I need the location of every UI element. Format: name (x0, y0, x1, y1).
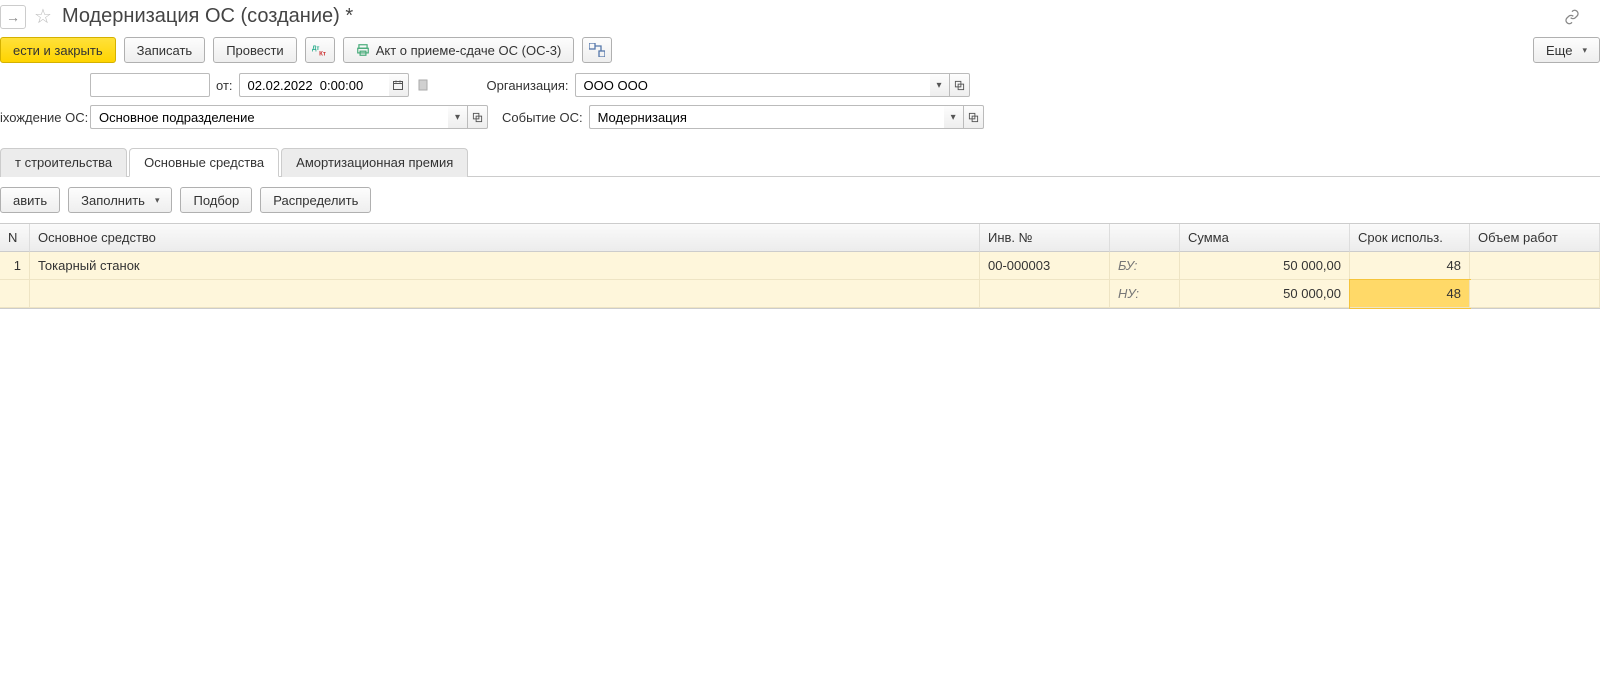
act-os3-button[interactable]: Акт о приеме-сдаче ОС (ОС-3) (343, 37, 575, 63)
fill-button[interactable]: Заполнить ▾ (68, 187, 172, 213)
doc-status-icon (415, 79, 431, 91)
col-type[interactable] (1110, 224, 1180, 252)
number-input[interactable] (90, 73, 210, 97)
chevron-down-icon: ▾ (951, 112, 956, 123)
table-row[interactable]: 1 Токарный станок 00-000003 БУ: 50 000,0… (0, 252, 1600, 280)
post-and-close-button[interactable]: ести и закрыть (0, 37, 116, 63)
col-asset[interactable]: Основное средство (30, 224, 980, 252)
table-row[interactable]: НУ: 50 000,00 48 (0, 280, 1600, 308)
cell-term-nu[interactable]: 48 (1350, 280, 1470, 308)
more-button[interactable]: Еще ▾ (1533, 37, 1600, 63)
cell-inv[interactable]: 00-000003 (980, 252, 1110, 280)
write-button[interactable]: Записать (124, 37, 206, 63)
cell-nu-label: НУ: (1110, 280, 1180, 308)
dropdown-button[interactable]: ▾ (944, 105, 964, 129)
open-icon (472, 112, 483, 123)
event-label: Событие ОС: (502, 110, 583, 125)
calendar-icon (392, 79, 404, 91)
cell-asset-empty (30, 280, 980, 308)
location-select[interactable]: ▾ (90, 105, 488, 129)
location-label: іхождение ОС: (0, 110, 84, 125)
add-button[interactable]: авить (0, 187, 60, 213)
cell-inv-empty (980, 280, 1110, 308)
date-input[interactable] (239, 73, 409, 97)
cell-sum-bu[interactable]: 50 000,00 (1180, 252, 1350, 280)
button-label: Провести (226, 43, 284, 58)
cell-term-bu[interactable]: 48 (1350, 252, 1470, 280)
cell-work-nu[interactable] (1470, 280, 1600, 308)
pick-button[interactable]: Подбор (180, 187, 252, 213)
svg-text:Кт: Кт (319, 50, 326, 57)
col-work[interactable]: Объем работ (1470, 224, 1600, 252)
button-label: Записать (137, 43, 193, 58)
create-based-on-button[interactable] (582, 37, 612, 63)
tab-assets[interactable]: Основные средства (129, 148, 279, 177)
dropdown-button[interactable]: ▾ (930, 73, 950, 97)
chevron-down-icon: ▾ (1582, 45, 1587, 56)
open-icon (954, 80, 965, 91)
organization-label: Организация: (487, 78, 569, 93)
nav-forward-button[interactable]: → (0, 5, 26, 29)
date-label: от: (216, 78, 233, 93)
link-icon[interactable] (1564, 9, 1592, 25)
chevron-down-icon: ▾ (455, 112, 460, 123)
cell-n[interactable]: 1 (0, 252, 30, 280)
open-button[interactable] (950, 73, 970, 97)
cell-work-bu[interactable] (1470, 252, 1600, 280)
open-button[interactable] (964, 105, 984, 129)
print-icon (356, 43, 370, 57)
tab-depreciation-bonus[interactable]: Амортизационная премия (281, 148, 468, 177)
col-n[interactable]: N (0, 224, 30, 252)
organization-select[interactable]: ▾ (575, 73, 970, 97)
cell-asset[interactable]: Токарный станок (30, 252, 980, 280)
calendar-button[interactable] (389, 73, 409, 97)
dropdown-button[interactable]: ▾ (448, 105, 468, 129)
page-title: Модернизация ОС (создание) * (62, 5, 353, 28)
favorite-star-icon[interactable]: ☆ (34, 4, 52, 29)
open-button[interactable] (468, 105, 488, 129)
button-label: Еще (1546, 43, 1572, 58)
arrow-right-icon: → (6, 9, 20, 25)
button-label: Акт о приеме-сдаче ОС (ОС-3) (376, 43, 562, 58)
post-button[interactable]: Провести (213, 37, 297, 63)
col-inv[interactable]: Инв. № (980, 224, 1110, 252)
chevron-down-icon: ▾ (155, 195, 160, 206)
chevron-down-icon: ▾ (937, 80, 942, 91)
tab-construction[interactable]: т строительства (0, 148, 127, 177)
linked-docs-icon (589, 43, 605, 57)
col-term[interactable]: Срок использ. (1350, 224, 1470, 252)
assets-table: N Основное средство Инв. № Сумма Срок ис… (0, 223, 1600, 309)
col-sum[interactable]: Сумма (1180, 224, 1350, 252)
cell-n-empty (0, 280, 30, 308)
open-icon (968, 112, 979, 123)
dt-kt-button[interactable]: Дт Кт (305, 37, 335, 63)
cell-sum-nu[interactable]: 50 000,00 (1180, 280, 1350, 308)
cell-bu-label: БУ: (1110, 252, 1180, 280)
event-select[interactable]: ▾ (589, 105, 984, 129)
button-label: ести и закрыть (13, 43, 103, 58)
distribute-button[interactable]: Распределить (260, 187, 371, 213)
dt-kt-icon: Дт Кт (312, 43, 328, 57)
